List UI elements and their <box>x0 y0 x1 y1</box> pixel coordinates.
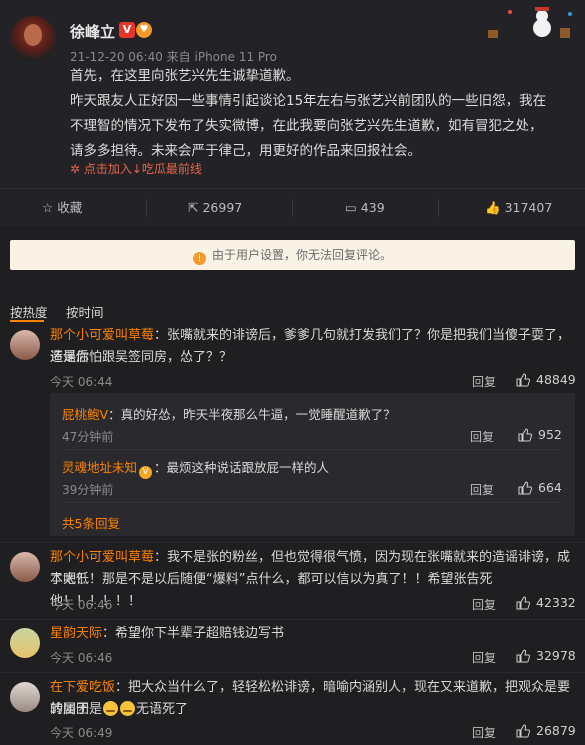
subreply-text: 屁桃鲍V：真的好怂，昨天半夜那么牛逼，一觉睡醒道歉了？ <box>62 404 396 423</box>
commenter-avatar[interactable] <box>10 682 40 712</box>
thumbs-up-icon <box>516 649 531 663</box>
like-count: 42332 <box>536 595 576 610</box>
comment-count: 439 <box>360 200 385 215</box>
verified-badge-icon: V <box>119 22 135 38</box>
comment-icon: ▭ <box>345 200 357 215</box>
subreply-text: 灵魂地址未知 V ：最烦这种说话跟放屁一样的人 <box>62 457 329 479</box>
reply-button[interactable]: 回复 <box>472 649 496 666</box>
commenter-name[interactable]: 那个小可爱叫草莓 <box>50 550 154 565</box>
favorite-label: 收藏 <box>57 200 83 215</box>
notice-text: 由于用户设置，你无法回复评论。 <box>211 248 392 262</box>
comment-text: 星韵天际：希望你下半辈子超赔钱边写书 <box>50 623 575 645</box>
like-count: 664 <box>538 480 562 495</box>
commenter-avatar[interactable] <box>10 330 40 360</box>
thumbs-up-icon <box>516 373 531 387</box>
like-button[interactable]: 👍 317407 <box>485 189 552 227</box>
weibo-post: 徐峰立 V ♥ 21-12-20 06:40 来自 iPhone 11 Pro … <box>0 0 585 188</box>
grimace-emoji-icon <box>103 701 119 716</box>
like-count: 26879 <box>536 723 576 738</box>
post-meta: 21-12-20 06:40 来自 iPhone 11 Pro <box>70 50 277 64</box>
comment-button[interactable]: ▭ 439 <box>345 189 385 227</box>
comment-text-line2: 转属于是 无语死了 <box>50 699 575 721</box>
comment-like-button[interactable]: 42332 <box>516 595 576 610</box>
favorite-button[interactable]: ☆ 收藏 <box>42 189 82 227</box>
more-replies-link[interactable]: 共5条回复 <box>62 513 120 532</box>
commenter-avatar[interactable] <box>10 552 40 582</box>
comment-body: 转属于是 <box>50 702 103 717</box>
sort-by-time-tab[interactable]: 按时间 <box>66 302 104 321</box>
star-icon: ☆ <box>42 200 54 215</box>
subreply-name[interactable]: 灵魂地址未知 <box>62 460 137 475</box>
post-text-line: 不理智的情况下发布了失实微博，在此我要向张艺兴先生道歉，如有冒犯之处， <box>70 118 543 134</box>
vip-badge-icon: V <box>139 466 153 479</box>
thumbs-up-icon: 👍 <box>485 200 501 215</box>
thumbs-up-icon <box>516 724 531 738</box>
divider <box>62 502 562 503</box>
reply-disabled-notice: ! 由于用户设置，你无法回复评论。 <box>10 240 575 270</box>
comment-text-line2: 造谣后怕跟吴签同房，怂了？？ <box>50 350 233 365</box>
grimace-emoji-icon <box>120 701 136 716</box>
subreply-like-button[interactable]: 664 <box>518 480 562 495</box>
comment-like-button[interactable]: 48849 <box>516 372 576 387</box>
post-text-line: 昨天跟友人正好因一些事情引起谈论15年左右与张艺兴前团队的一些旧怨，我在 <box>70 93 547 109</box>
post-text-line: 首先，在这里向张艺兴先生诚挚道歉。 <box>70 68 300 84</box>
sort-by-hot-tab[interactable]: 按热度 <box>10 302 48 321</box>
commenter-name[interactable]: 那个小可爱叫草莓 <box>50 328 154 343</box>
fan-badge-icon: ♥ <box>136 22 152 38</box>
commenter-name[interactable]: 星韵天际 <box>50 626 102 641</box>
subreply-time: 47分钟前 <box>62 430 114 444</box>
comment-time: 今天 06:46 <box>50 598 113 612</box>
active-tab-indicator <box>10 320 44 322</box>
info-icon: ! <box>192 252 206 265</box>
divider <box>0 672 585 673</box>
like-count: 317407 <box>504 200 553 215</box>
comment-like-button[interactable]: 26879 <box>516 723 576 738</box>
repost-icon: ⇱ <box>188 200 199 215</box>
divider <box>0 542 585 543</box>
comment-time: 今天 06:49 <box>50 726 113 740</box>
comment-body: 无语死了 <box>136 702 189 717</box>
subreply-body: ：最烦这种说话跟放屁一样的人 <box>154 460 330 475</box>
subreply-time: 39分钟前 <box>62 483 114 497</box>
comment-text-line2: 了吧？！那是不是以后随便“爆料”点什么，都可以信以为真了！！希望张告死他！！！！… <box>50 572 493 609</box>
author-name[interactable]: 徐峰立 <box>70 21 115 42</box>
reply-button[interactable]: 回复 <box>472 373 496 390</box>
commenter-name[interactable]: 在下爱吃饭 <box>50 680 115 695</box>
reply-button[interactable]: 回复 <box>470 428 494 445</box>
subreply-like-button[interactable]: 952 <box>518 427 562 442</box>
reply-button[interactable]: 回复 <box>470 481 494 498</box>
comment-time: 今天 06:44 <box>50 375 113 389</box>
commenter-avatar[interactable] <box>10 628 40 658</box>
divider <box>0 619 585 620</box>
like-count: 32978 <box>536 648 576 663</box>
thumbs-up-icon <box>518 428 533 442</box>
reply-button[interactable]: 回复 <box>472 596 496 613</box>
like-count: 48849 <box>536 372 576 387</box>
comment-time: 今天 06:46 <box>50 651 113 665</box>
comment-body: ：希望你下半辈子超赔钱边写书 <box>102 626 285 641</box>
source-link[interactable]: ✲ 点击加入↓吃瓜最前线 <box>70 160 202 177</box>
author-avatar[interactable] <box>10 16 56 62</box>
repost-button[interactable]: ⇱ 26997 <box>188 189 242 227</box>
repost-count: 26997 <box>202 200 243 215</box>
snowman-decoration-icon <box>488 7 572 38</box>
action-bar: ☆ 收藏 ⇱ 26997 ▭ 439 👍 317407 <box>0 188 585 226</box>
comment-like-button[interactable]: 32978 <box>516 648 576 663</box>
thumbs-up-icon <box>516 596 531 610</box>
divider <box>62 449 562 450</box>
source-link-label: 点击加入↓吃瓜最前线 <box>83 162 202 176</box>
reply-button[interactable]: 回复 <box>472 724 496 741</box>
flower-icon: ✲ <box>70 162 84 176</box>
subreply-name[interactable]: 屁桃鲍V <box>62 407 108 422</box>
thumbs-up-icon <box>518 481 533 495</box>
subreply-body: ：真的好怂，昨天半夜那么牛逼，一觉睡醒道歉了？ <box>108 407 396 422</box>
like-count: 952 <box>538 427 562 442</box>
